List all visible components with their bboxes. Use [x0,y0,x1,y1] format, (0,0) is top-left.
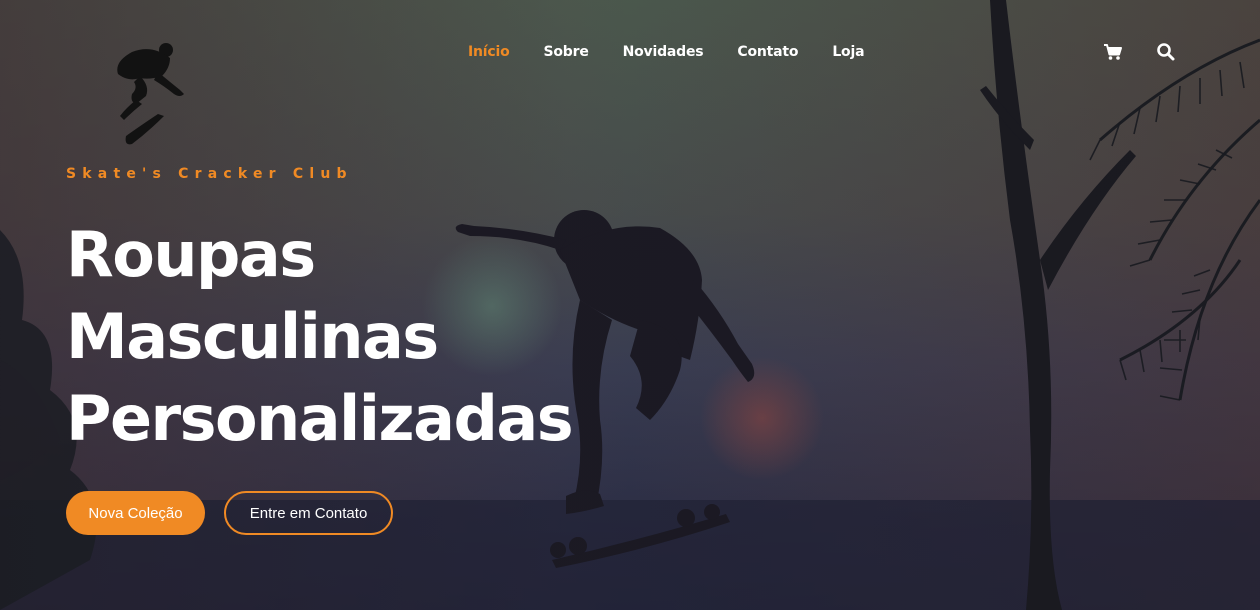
headline-line-2: Masculinas [66,300,439,373]
nav-link-inicio[interactable]: Início [468,42,510,62]
nav-link-sobre[interactable]: Sobre [544,42,589,62]
skater-logo-icon[interactable] [110,42,190,147]
nav-link-novidades[interactable]: Novidades [623,42,704,62]
header-actions [1103,42,1176,62]
hero-headline: Roupas Masculinas Personalizadas [66,214,574,460]
headline-line-1: Roupas [66,218,316,291]
shopping-cart-icon[interactable] [1103,42,1123,62]
nav-link-loja[interactable]: Loja [832,42,864,62]
nav-link-contato[interactable]: Contato [737,42,798,62]
new-collection-button[interactable]: Nova Coleção [66,491,205,535]
headline-line-3: Personalizadas [66,382,574,455]
hero-tagline: Skate's Cracker Club [66,166,353,182]
main-nav: Início Sobre Novidades Contato Loja [468,42,865,62]
contact-button[interactable]: Entre em Contato [224,491,393,535]
search-icon[interactable] [1156,42,1176,62]
